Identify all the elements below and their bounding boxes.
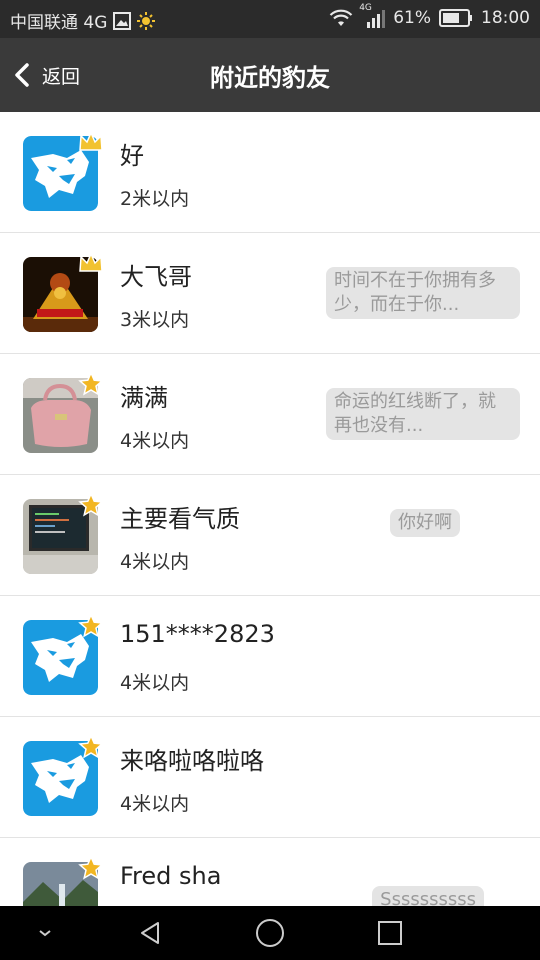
star-icon	[78, 493, 104, 517]
wifi-icon	[329, 9, 353, 27]
list-item[interactable]: 来咯啦咯啦咯 4米以内	[0, 717, 540, 838]
list-item[interactable]: 主要看气质 4米以内 你好啊	[0, 475, 540, 596]
user-signature: 你好啊	[390, 509, 460, 537]
list-item[interactable]: 大飞哥 3米以内 时间不在于你拥有多少，而在于你...	[0, 233, 540, 354]
list-item[interactable]: Fred sha Ssssssssss	[0, 838, 540, 906]
avatar-container	[23, 257, 98, 332]
avatar-container	[23, 862, 98, 906]
list-item[interactable]: 151****2823 4米以内	[0, 596, 540, 717]
avatar-container	[23, 499, 98, 574]
nearby-users-list[interactable]: 好 2米以内 大飞哥 3米以内 时间不在于你拥有多少，而在于你... 满满 4米…	[0, 112, 540, 906]
star-icon	[78, 372, 104, 396]
crown-icon	[78, 251, 104, 275]
user-signature: 时间不在于你拥有多少，而在于你...	[326, 267, 520, 319]
user-name: 满满	[120, 384, 168, 412]
star-icon	[78, 856, 104, 880]
triangle-back-icon	[141, 922, 159, 944]
user-distance: 3米以内	[120, 309, 190, 331]
battery-icon	[439, 9, 473, 27]
user-name: 好	[120, 142, 144, 170]
signal-icon: 4G	[359, 3, 386, 28]
sun-icon	[137, 11, 156, 30]
carrier-label: 中国联通 4G	[10, 13, 108, 33]
status-left: 中国联通 4G	[10, 8, 156, 33]
list-item[interactable]: 好 2米以内	[0, 112, 540, 233]
user-name: 151****2823	[120, 620, 275, 648]
system-nav-bar	[0, 906, 540, 960]
star-icon	[78, 614, 104, 638]
user-name: 主要看气质	[120, 505, 240, 533]
status-right: 4G 61% 18:00	[329, 3, 530, 28]
user-signature: Ssssssssss	[372, 886, 484, 906]
avatar-container	[23, 378, 98, 453]
user-signature: 命运的红线断了，就再也没有...	[326, 388, 520, 440]
recents-nav-button[interactable]	[365, 906, 415, 960]
user-distance: 2米以内	[120, 188, 190, 210]
avatar-container	[23, 741, 98, 816]
back-nav-button[interactable]	[125, 906, 175, 960]
star-icon	[78, 735, 104, 759]
user-distance: 4米以内	[120, 793, 190, 815]
gallery-icon	[113, 11, 132, 30]
circle-home-icon	[256, 919, 284, 947]
chevron-down-icon	[39, 930, 51, 937]
nav-bar: 返回 附近的豹友	[0, 38, 540, 112]
user-distance: 4米以内	[120, 672, 190, 694]
square-recents-icon	[378, 921, 402, 945]
user-name: 来咯啦咯啦咯	[120, 747, 264, 775]
hide-nav-button[interactable]	[20, 906, 70, 960]
avatar-container	[23, 620, 98, 695]
list-item[interactable]: 满满 4米以内 命运的红线断了，就再也没有...	[0, 354, 540, 475]
status-bar: 中国联通 4G 4G 61% 18:00	[0, 0, 540, 38]
crown-icon	[78, 130, 104, 154]
user-distance: 4米以内	[120, 430, 190, 452]
user-name: Fred sha	[120, 862, 222, 890]
user-name: 大飞哥	[120, 263, 192, 291]
battery-percent: 61%	[393, 8, 431, 28]
network-type-label: 4G	[359, 3, 372, 13]
clock: 18:00	[481, 8, 530, 28]
home-nav-button[interactable]	[245, 906, 295, 960]
user-distance: 4米以内	[120, 551, 190, 573]
avatar-container	[23, 136, 98, 211]
page-title: 附近的豹友	[210, 64, 330, 92]
